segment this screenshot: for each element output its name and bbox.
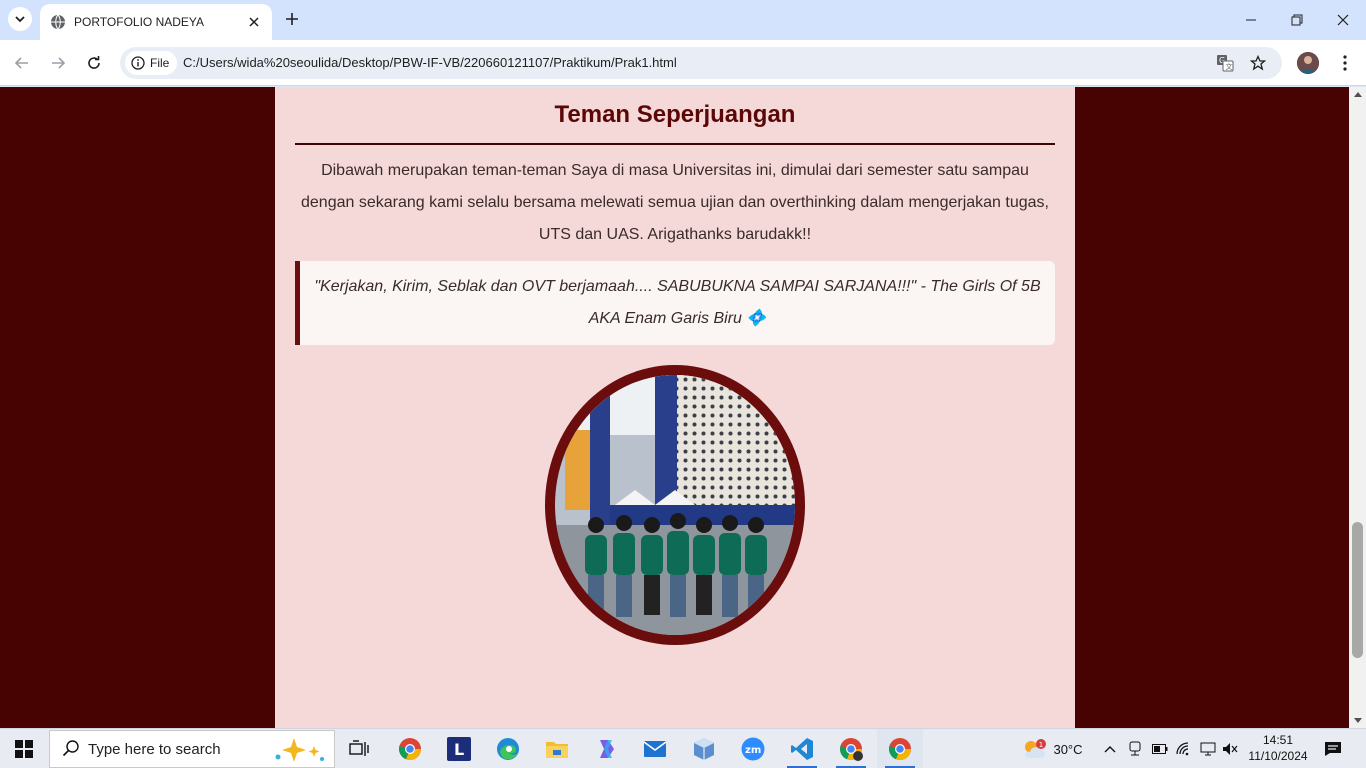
address-bar[interactable]: File C:/Users/wida%20seoulida/Desktop/PB…	[120, 47, 1282, 79]
copilot-icon[interactable]	[583, 729, 629, 768]
tab-search-button[interactable]	[8, 7, 32, 31]
globe-icon	[50, 14, 66, 30]
scrollbar-thumb[interactable]	[1352, 522, 1363, 658]
file-explorer-icon[interactable]	[534, 729, 580, 768]
star-icon[interactable]	[1248, 53, 1268, 73]
avatar[interactable]	[1297, 52, 1319, 74]
scroll-up-arrow-icon[interactable]	[1349, 87, 1366, 101]
info-icon	[131, 56, 145, 70]
taskbar: Type here to search L zm 1 30°C 14:51 11…	[0, 728, 1366, 768]
display-icon[interactable]	[1198, 729, 1218, 768]
windows-start-icon[interactable]	[0, 729, 48, 768]
minimize-button[interactable]	[1239, 8, 1263, 32]
translate-icon[interactable]: G文	[1215, 53, 1235, 73]
svg-text:L: L	[454, 740, 464, 759]
url-text[interactable]: C:/Users/wida%20seoulida/Desktop/PBW-IF-…	[183, 55, 677, 70]
tab-title: PORTOFOLIO NADEYA	[74, 15, 205, 29]
section-title: Teman Seperjuangan	[554, 101, 796, 128]
close-icon[interactable]	[246, 14, 262, 30]
title-divider	[295, 143, 1055, 145]
quote-block: "Kerjakan, Kirim, Seblak dan OVT berjama…	[295, 261, 1055, 345]
svg-text:1: 1	[1039, 741, 1043, 749]
task-view-icon[interactable]	[336, 729, 382, 768]
minimize-icon	[1246, 19, 1256, 21]
reload-button[interactable]	[82, 51, 106, 75]
volume-muted-icon[interactable]	[1220, 729, 1240, 768]
page-scrollbar[interactable]	[1349, 87, 1366, 728]
forward-icon	[52, 57, 66, 69]
back-icon	[14, 57, 28, 69]
site-info-chip[interactable]: File	[125, 51, 178, 75]
clock-time: 14:51	[1262, 733, 1294, 747]
group-photo	[555, 375, 795, 635]
search-placeholder: Type here to search	[88, 740, 221, 758]
battery-icon[interactable]	[1150, 729, 1170, 768]
svg-text:文: 文	[1226, 62, 1233, 71]
notification-icon[interactable]	[1320, 729, 1346, 768]
chevron-down-icon	[15, 16, 25, 23]
plus-icon	[286, 13, 298, 25]
mail-icon[interactable]	[632, 729, 678, 768]
back-button[interactable]	[10, 51, 34, 75]
scroll-down-arrow-icon[interactable]	[1349, 714, 1366, 728]
page-viewport: Teman Seperjuangan Dibawah merupakan tem…	[0, 87, 1349, 728]
clock-date: 11/10/2024	[1248, 749, 1308, 763]
box-app-icon[interactable]	[681, 729, 727, 768]
close-window-button[interactable]	[1331, 8, 1355, 32]
tray-overflow-chevron-icon[interactable]	[1100, 729, 1120, 768]
tab-strip: PORTOFOLIO NADEYA	[0, 0, 1366, 40]
content-card: Teman Seperjuangan Dibawah merupakan tem…	[275, 87, 1075, 728]
edge-icon[interactable]	[485, 729, 531, 768]
kebab-menu-icon[interactable]	[1333, 51, 1357, 75]
browser-toolbar: File C:/Users/wida%20seoulida/Desktop/PB…	[0, 40, 1366, 86]
weather-widget[interactable]: 1 30°C	[1016, 729, 1088, 768]
vscode-icon[interactable]	[779, 729, 825, 768]
chrome-active-icon[interactable]	[877, 729, 923, 768]
l-app-icon[interactable]: L	[436, 729, 482, 768]
zoom-icon[interactable]: zm	[730, 729, 776, 768]
forward-button[interactable]	[46, 51, 70, 75]
restore-button[interactable]	[1285, 8, 1309, 32]
search-icon	[62, 739, 82, 759]
intro-paragraph: Dibawah merupakan teman-teman Saya di ma…	[301, 162, 1049, 243]
taskbar-clock[interactable]: 14:51 11/10/2024	[1246, 732, 1310, 764]
chip-label: File	[150, 56, 170, 70]
weather-temp: 30°C	[1053, 741, 1083, 757]
meet-now-icon[interactable]	[1126, 729, 1144, 768]
new-tab-button[interactable]	[282, 9, 302, 29]
taskbar-search[interactable]: Type here to search	[49, 730, 335, 768]
svg-text:zm: zm	[745, 745, 761, 756]
photo-frame	[545, 365, 805, 645]
weather-icon: 1	[1025, 739, 1047, 758]
wifi-icon[interactable]	[1174, 729, 1194, 768]
sparkle-icon	[275, 738, 324, 762]
restore-icon	[1291, 14, 1303, 26]
close-window-icon	[1337, 14, 1349, 26]
chrome-profile-icon[interactable]	[828, 729, 874, 768]
chrome-icon[interactable]	[387, 729, 433, 768]
quote-text: "Kerjakan, Kirim, Seblak dan OVT berjama…	[314, 278, 1041, 327]
browser-tab[interactable]: PORTOFOLIO NADEYA	[40, 4, 272, 40]
reload-icon	[88, 56, 100, 69]
